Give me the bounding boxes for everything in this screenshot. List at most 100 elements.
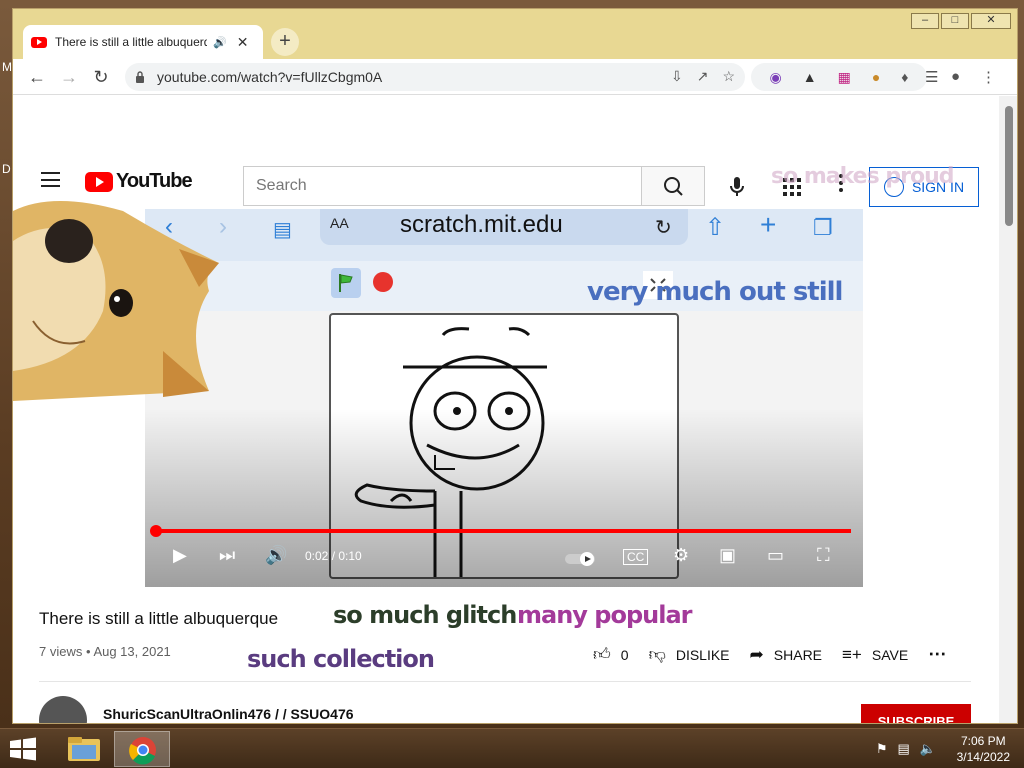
video-meta: 7 views • Aug 13, 2021: [39, 644, 171, 659]
back-arrow-icon[interactable]: ←: [25, 65, 49, 89]
browser-window: – □ ✕ There is still a little albuquerqu…: [12, 8, 1018, 724]
ios-book-icon: ▤: [273, 219, 292, 241]
video-gradient: [145, 409, 863, 587]
play-icon[interactable]: ▶: [173, 545, 187, 566]
alien-extension-icon[interactable]: ◉: [770, 69, 782, 86]
video-title: There is still a little albuquerque: [39, 609, 279, 628]
overlay-text-very-much: very much out still: [587, 277, 843, 307]
new-tab-button[interactable]: +: [271, 28, 299, 56]
desktop-icon-label: D: [2, 162, 11, 176]
doge-extension-icon[interactable]: ●: [872, 69, 880, 85]
video-ios-toolbar: ‹ › ▤ scratch.mit.edu AA ↻ ⇧ + ❐: [145, 209, 863, 261]
clock-time: 7:06 PM: [960, 734, 1006, 748]
progress-scrubber[interactable]: [150, 525, 162, 537]
progress-bar[interactable]: [155, 529, 851, 533]
like-button[interactable]: 👍︎ 0: [593, 644, 629, 665]
overlay-text-so-much-glitch: so much glitch: [333, 601, 517, 629]
forward-arrow-icon[interactable]: →: [57, 65, 81, 89]
chrome-menu-icon[interactable]: ⋮: [981, 68, 996, 86]
fullscreen-icon[interactable]: ⛶: [817, 545, 830, 566]
scrollbar[interactable]: [999, 96, 1017, 723]
more-actions-button[interactable]: ⋯: [928, 644, 946, 665]
ios-url-field: scratch.mit.edu: [320, 209, 688, 245]
playlist-add-icon: ≡+: [842, 644, 862, 664]
like-count: 0: [620, 646, 629, 663]
share-button[interactable]: ➦ SHARE: [750, 645, 822, 665]
save-label: SAVE: [871, 646, 909, 663]
maximize-button[interactable]: □: [941, 13, 969, 29]
scrollbar-thumb[interactable]: [1005, 106, 1013, 226]
rainbow-extension-icon[interactable]: ▦: [838, 69, 851, 86]
overlay-text-such-collection: such collection: [247, 645, 435, 673]
overlay-text-many-popular: many popular: [517, 601, 692, 629]
ios-aa-label: AA: [330, 215, 349, 231]
microphone-button[interactable]: [719, 168, 755, 204]
clock-date: 3/14/2022: [956, 750, 1010, 764]
next-icon[interactable]: ⏭: [219, 545, 235, 566]
green-flag-icon: [331, 268, 361, 298]
chrome-icon: [129, 737, 156, 765]
desktop-icon-label: M: [2, 60, 12, 74]
more-horizontal-icon: ⋯: [928, 644, 947, 664]
share-icon[interactable]: ↗: [697, 68, 709, 85]
lock-icon: [136, 71, 144, 83]
speaker-icon[interactable]: 🔊: [213, 36, 227, 49]
close-tab-icon[interactable]: ✕: [237, 34, 249, 51]
ios-plus-icon: +: [760, 209, 777, 240]
bookmark-star-icon[interactable]: ☆: [722, 68, 735, 85]
taskbar: ⚑ ▤ 🔈 7:06 PM 3/14/2022: [0, 728, 1024, 768]
close-window-button[interactable]: ✕: [971, 13, 1011, 29]
search-icon: [664, 177, 683, 196]
volume-muted-icon[interactable]: 🔈: [920, 741, 936, 757]
tab-title: There is still a little albuquerque: [55, 35, 207, 49]
thumbs-down-icon: 👎︎: [648, 645, 666, 664]
hat-extension-icon[interactable]: ▲: [803, 69, 817, 85]
browser-tab[interactable]: There is still a little albuquerque 🔊 ✕: [23, 25, 263, 59]
youtube-logo[interactable]: YouTube: [85, 170, 193, 193]
ios-url-text: scratch.mit.edu: [400, 211, 563, 238]
youtube-logo-text: YouTube: [116, 170, 193, 192]
closed-captions-icon[interactable]: CC: [623, 549, 649, 565]
minimize-button[interactable]: –: [911, 13, 939, 29]
profile-icon[interactable]: ●: [951, 68, 960, 85]
network-icon[interactable]: ▤: [898, 741, 910, 757]
menu-icon[interactable]: [41, 172, 60, 187]
channel-avatar[interactable]: [39, 696, 87, 723]
view-count: 7 views: [39, 644, 83, 659]
video-actions: 👍︎ 0 👎︎ DISLIKE ➦ SHARE ≡+ SAVE ⋯: [593, 644, 966, 665]
reload-icon[interactable]: ↻: [89, 65, 113, 89]
stop-sign-icon: [373, 272, 393, 292]
theater-mode-icon[interactable]: ▭: [767, 545, 784, 566]
autoplay-toggle-icon[interactable]: [565, 551, 599, 572]
page-content: YouTube Search SIGN IN so makes proud ‹ …: [13, 96, 999, 723]
puzzle-extension-icon[interactable]: ♦: [901, 69, 908, 85]
system-tray: ⚑ ▤ 🔈: [876, 741, 936, 757]
ios-tabs-icon: ❐: [813, 215, 833, 240]
volume-icon[interactable]: 🔊: [265, 545, 287, 566]
windows-start-icon[interactable]: [8, 737, 38, 761]
address-bar[interactable]: youtube.com/watch?v=fUllzCbgm0A ⇩ ↗ ☆: [125, 63, 745, 91]
extensions-area: ◉ ▲ ▦ ● ♦: [751, 63, 927, 91]
system-clock[interactable]: 7:06 PM 3/14/2022: [957, 733, 1010, 765]
overlay-text-so-makes: so makes proud: [771, 164, 954, 189]
dislike-button[interactable]: 👎︎ DISLIKE: [649, 644, 730, 665]
dislike-label: DISLIKE: [675, 646, 730, 663]
channel-name[interactable]: ShuricScanUltraOnlin476 / / SSUO476: [103, 706, 354, 722]
file-explorer-taskbar-button[interactable]: [56, 731, 112, 767]
divider: [39, 681, 971, 682]
chrome-taskbar-button[interactable]: [114, 731, 170, 767]
save-button[interactable]: ≡+ SAVE: [842, 645, 908, 665]
share-arrow-icon: ➦: [749, 644, 764, 664]
install-icon[interactable]: ⇩: [671, 68, 683, 85]
search-button[interactable]: [641, 166, 705, 206]
time-display: 0:02 / 0:10: [305, 549, 362, 563]
window-controls: – □ ✕: [909, 13, 1011, 29]
video-player[interactable]: ‹ › ▤ scratch.mit.edu AA ↻ ⇧ + ❐ ▶ ⏭ 🔊 0…: [145, 209, 863, 587]
subscribe-button[interactable]: SUBSCRIBE: [861, 704, 971, 723]
action-center-flag-icon[interactable]: ⚑: [876, 741, 888, 757]
youtube-masthead: YouTube Search SIGN IN so makes proud: [13, 152, 999, 208]
media-queue-icon[interactable]: ☰: [925, 68, 938, 86]
settings-gear-icon[interactable]: ⚙: [673, 545, 689, 566]
miniplayer-icon[interactable]: ▣: [719, 545, 736, 566]
search-input[interactable]: Search: [243, 166, 641, 206]
